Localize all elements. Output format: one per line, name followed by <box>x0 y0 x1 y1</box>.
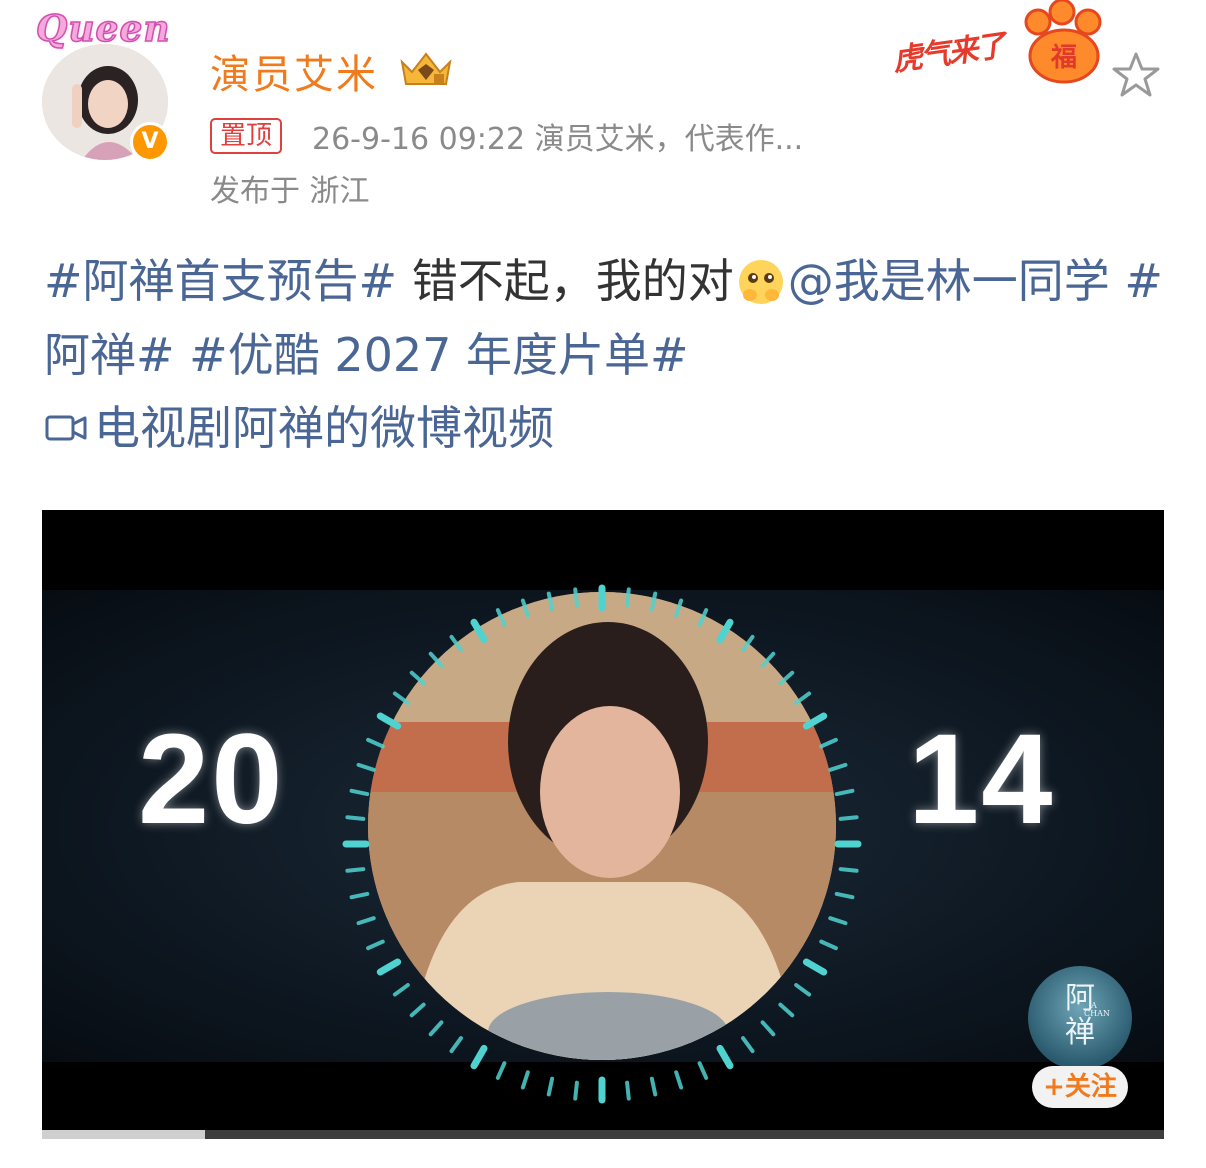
dial-tick <box>674 598 684 618</box>
dial-tick <box>778 1002 795 1018</box>
dial-tick <box>356 762 376 772</box>
fu-text: 福 <box>1050 43 1077 73</box>
dial-tick <box>573 587 579 608</box>
video-link[interactable]: 电视剧阿禅的微博视频 <box>44 392 554 458</box>
dial-tick <box>802 712 828 730</box>
dial-tick <box>760 1020 776 1037</box>
dial-tick <box>520 598 530 618</box>
hug-emoji <box>738 259 783 304</box>
verified-icon: V <box>130 122 170 162</box>
dial-tick <box>345 815 366 821</box>
dial-tick <box>697 1061 709 1080</box>
dial-tick <box>741 1036 755 1054</box>
star-icon[interactable] <box>1110 50 1162 100</box>
dial-tick <box>495 1061 507 1080</box>
hashtag-link[interactable]: #阿禅首支预告# <box>44 254 397 308</box>
dial-tick <box>349 788 370 797</box>
year-right: 14 <box>908 708 1055 851</box>
post-location: 发布于 浙江 <box>210 174 370 209</box>
dial-tick <box>520 1070 530 1090</box>
dial-tick <box>625 1080 631 1101</box>
dial-tick <box>349 891 370 900</box>
dial-tick <box>649 591 658 612</box>
post-sentence: 错不起，我的对 <box>397 254 734 308</box>
dial-tick <box>470 618 488 644</box>
dial-tick <box>802 958 828 976</box>
dial-tick <box>716 1044 734 1070</box>
dial-tick <box>366 737 385 749</box>
dial-tick <box>760 651 776 668</box>
dial-tick <box>716 618 734 644</box>
video-progress-bar[interactable] <box>42 1130 1164 1139</box>
dial-tick <box>697 608 709 627</box>
pinned-badge: 置顶 <box>210 118 283 154</box>
dial-tick <box>819 939 838 951</box>
dial-tick <box>449 1036 463 1054</box>
vip-crown-icon[interactable] <box>398 50 454 90</box>
dial-tick <box>838 815 859 821</box>
dial-tick <box>428 651 444 668</box>
video-player[interactable]: 20 14 阿 禅 A CHAN +关注 <box>42 510 1164 1130</box>
video-logo[interactable]: 阿 禅 A CHAN <box>1028 966 1132 1070</box>
post-meta: 26-9-16 09:22 演员艾米，代表作... <box>312 122 804 157</box>
dial-tick <box>409 1002 426 1018</box>
dial-tick <box>573 1080 579 1101</box>
dial-tick <box>366 939 385 951</box>
dial-tick <box>470 1044 488 1070</box>
dial-tick <box>838 867 859 873</box>
dial-tick <box>828 762 848 772</box>
mention-link[interactable]: @我是林一同学 <box>788 254 1110 308</box>
video-logo-sub: A CHAN <box>1084 1001 1110 1018</box>
tiger-sticker: 虎气来了 <box>890 28 1007 79</box>
video-logo-text: 阿 禅 <box>1065 981 1095 1050</box>
dial-tick <box>495 608 507 627</box>
dial-tick <box>546 591 555 612</box>
fu-paw-icon: 福 <box>1024 0 1102 84</box>
hashtag-link[interactable]: #优酷 2027 年度片单# <box>175 328 688 382</box>
video-link-icon <box>45 415 87 440</box>
dial-tick <box>649 1076 658 1097</box>
dial-tick <box>828 916 848 926</box>
dial-tick <box>819 737 838 749</box>
dial-tick <box>345 867 366 873</box>
user-name[interactable]: 演员艾米 <box>210 42 378 100</box>
follow-button[interactable]: +关注 <box>1032 1066 1128 1108</box>
dial-tick <box>376 958 402 976</box>
dial-tick <box>376 712 402 730</box>
post-text: #阿禅首支预告# 错不起，我的对 @我是林一同学 #阿禅# #优酷 2027 年… <box>44 244 1174 392</box>
year-left: 20 <box>138 708 285 851</box>
dial-tick <box>834 891 855 900</box>
dial-tick <box>674 1070 684 1090</box>
dial-tick <box>392 983 410 997</box>
dial-tick <box>794 691 812 705</box>
video-progress-fill <box>42 1130 205 1139</box>
dial-tick <box>356 916 376 926</box>
dial-ring <box>342 584 862 1104</box>
dial-tick <box>409 670 426 686</box>
dial-tick <box>392 691 410 705</box>
dial-tick <box>449 634 463 652</box>
video-link-label: 电视剧阿禅的微博视频 <box>94 401 554 455</box>
dial-tick <box>625 587 631 608</box>
dial-tick <box>778 670 795 686</box>
dial-tick <box>741 634 755 652</box>
dial-tick <box>834 788 855 797</box>
dial-tick <box>546 1076 555 1097</box>
dial-tick <box>794 983 812 997</box>
dial-tick <box>428 1020 444 1037</box>
